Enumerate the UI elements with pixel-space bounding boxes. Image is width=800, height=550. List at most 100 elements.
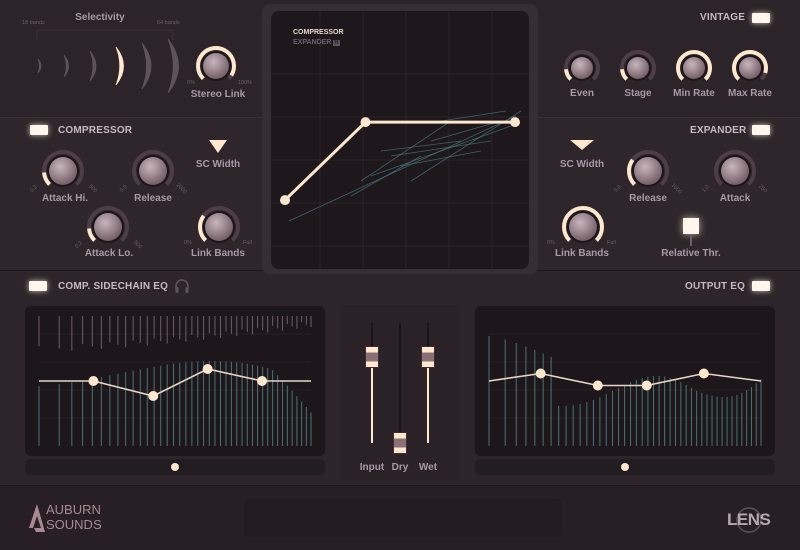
- attack-lo-label: Attack Lo.: [84, 248, 134, 259]
- knob-cap: [571, 57, 593, 79]
- exp-attack-label: Attack: [719, 193, 751, 204]
- output-eq-svg: [488, 333, 762, 446]
- sc-width-triangle-icon[interactable]: [209, 140, 227, 153]
- exp-link-bands-label: Link Bands: [555, 248, 609, 259]
- selectivity-option: [89, 50, 97, 82]
- stereo-link-max: 100%: [238, 80, 253, 86]
- fader-label: Wet: [418, 462, 438, 473]
- knob-cap: [205, 213, 233, 241]
- comp-link-bands-label: Link Bands: [191, 248, 245, 259]
- signal-trace: [400, 150, 482, 167]
- exp-sc-width-label: SC Width: [559, 159, 605, 170]
- eq-curve: [39, 368, 311, 397]
- stereo-link-min: 0%: [187, 80, 195, 86]
- compressor-label: COMPRESSOR: [58, 125, 133, 136]
- fader-fill: [371, 356, 373, 443]
- eq-handle: [698, 368, 709, 379]
- stereo-link-label: Stereo Link: [190, 89, 246, 100]
- fader-handle-dry[interactable]: [393, 432, 407, 454]
- output-eq-toggle[interactable]: [752, 281, 770, 291]
- exp-attack-knob[interactable]: [712, 148, 758, 194]
- relative-thr-toggle[interactable]: [683, 218, 699, 234]
- output-eq-slider-handle[interactable]: [621, 463, 629, 471]
- transfer-handle: [510, 117, 520, 128]
- knob-cap: [569, 213, 597, 241]
- eq-handle: [257, 376, 268, 386]
- knob-cap: [49, 157, 77, 185]
- signal-trace: [288, 115, 517, 222]
- expander-badge: R: [333, 40, 340, 46]
- selectivity-option: [167, 38, 179, 93]
- mode-compressor-label[interactable]: COMPRESSOR: [293, 29, 344, 36]
- knob-cap: [94, 213, 122, 241]
- transfer-handle: [280, 195, 290, 206]
- eq-handle: [592, 380, 603, 391]
- eq-handle: [641, 380, 652, 391]
- selectivity-bracket: [36, 29, 174, 40]
- fader-handle-wet[interactable]: [421, 345, 435, 368]
- exp-release-knob[interactable]: [625, 148, 671, 194]
- mode-expander-label[interactable]: EXPANDER R: [293, 39, 340, 46]
- knob-cap: [739, 57, 761, 79]
- exp-link-bands-min: 0%: [547, 240, 555, 246]
- min-rate-label: Min Rate: [673, 88, 715, 99]
- comp-link-bands-knob[interactable]: [196, 204, 242, 250]
- divider: [0, 117, 262, 118]
- selectivity-selector[interactable]: [30, 28, 180, 93]
- exp-link-bands-max: Full: [607, 240, 616, 246]
- stage-knob[interactable]: [616, 48, 660, 88]
- eq-handle: [88, 376, 99, 386]
- brand-line1: AUBURN: [46, 502, 101, 517]
- knob-cap: [721, 157, 749, 185]
- attack-hi-label: Attack Hi.: [41, 193, 89, 204]
- comp-link-bands-max: Full: [243, 240, 252, 246]
- signal-trace: [430, 120, 502, 142]
- exp-sc-width-triangle-icon[interactable]: [570, 140, 594, 150]
- expander-toggle[interactable]: [752, 125, 770, 135]
- knob-cap: [627, 57, 649, 79]
- brand-line2: SOUNDS: [46, 517, 102, 532]
- stage-label: Stage: [624, 88, 652, 99]
- attack-lo-knob[interactable]: [85, 204, 131, 250]
- eq-curve: [488, 372, 762, 387]
- selectivity-option: [141, 42, 152, 90]
- knob-cap: [203, 53, 229, 79]
- transfer-curve-display[interactable]: COMPRESSOR EXPANDER R: [271, 11, 529, 269]
- sidechain-eq-label: COMP. SIDECHAIN EQ: [58, 281, 169, 292]
- selectivity-max-label: 64 bands: [157, 20, 180, 26]
- product-name: LENS: [727, 510, 771, 529]
- relative-thr-label: Relative Thr.: [661, 248, 721, 259]
- even-knob[interactable]: [560, 48, 604, 88]
- transfer-handle: [360, 117, 371, 128]
- fader-track[interactable]: [399, 323, 401, 443]
- max-rate-knob[interactable]: [728, 48, 772, 88]
- compressor-toggle[interactable]: [30, 125, 48, 135]
- release-knob[interactable]: [130, 148, 176, 194]
- sidechain-eq-toggle[interactable]: [29, 281, 47, 291]
- max-rate-label: Max Rate: [728, 88, 772, 99]
- sidechain-eq-slider-handle[interactable]: [171, 463, 179, 471]
- eq-handle: [535, 368, 546, 379]
- exp-release-label: Release: [629, 193, 667, 204]
- relative-thr-stem: [690, 234, 692, 246]
- output-eq-label: OUTPUT EQ: [685, 281, 746, 292]
- selectivity-min-label: 18 bands: [22, 20, 45, 26]
- sidechain-eq-display[interactable]: [25, 306, 325, 456]
- transfer-curve-svg: [271, 11, 529, 269]
- expander-label: EXPANDER: [690, 125, 747, 136]
- output-eq-display[interactable]: [475, 306, 775, 456]
- selectivity-option: [37, 58, 42, 74]
- signal-trace: [370, 125, 512, 177]
- selectivity-title: Selectivity: [75, 12, 125, 23]
- status-display: [244, 499, 562, 537]
- attack-hi-knob[interactable]: [40, 148, 86, 194]
- eq-handle: [148, 391, 159, 401]
- eq-handle: [202, 364, 213, 374]
- divider: [538, 117, 800, 118]
- fader-handle-input[interactable]: [365, 345, 379, 368]
- vintage-toggle[interactable]: [752, 13, 770, 23]
- headphones-icon[interactable]: [174, 278, 190, 294]
- exp-link-bands-knob[interactable]: [560, 204, 606, 250]
- min-rate-knob[interactable]: [672, 48, 716, 88]
- stereo-link-knob[interactable]: [194, 44, 238, 88]
